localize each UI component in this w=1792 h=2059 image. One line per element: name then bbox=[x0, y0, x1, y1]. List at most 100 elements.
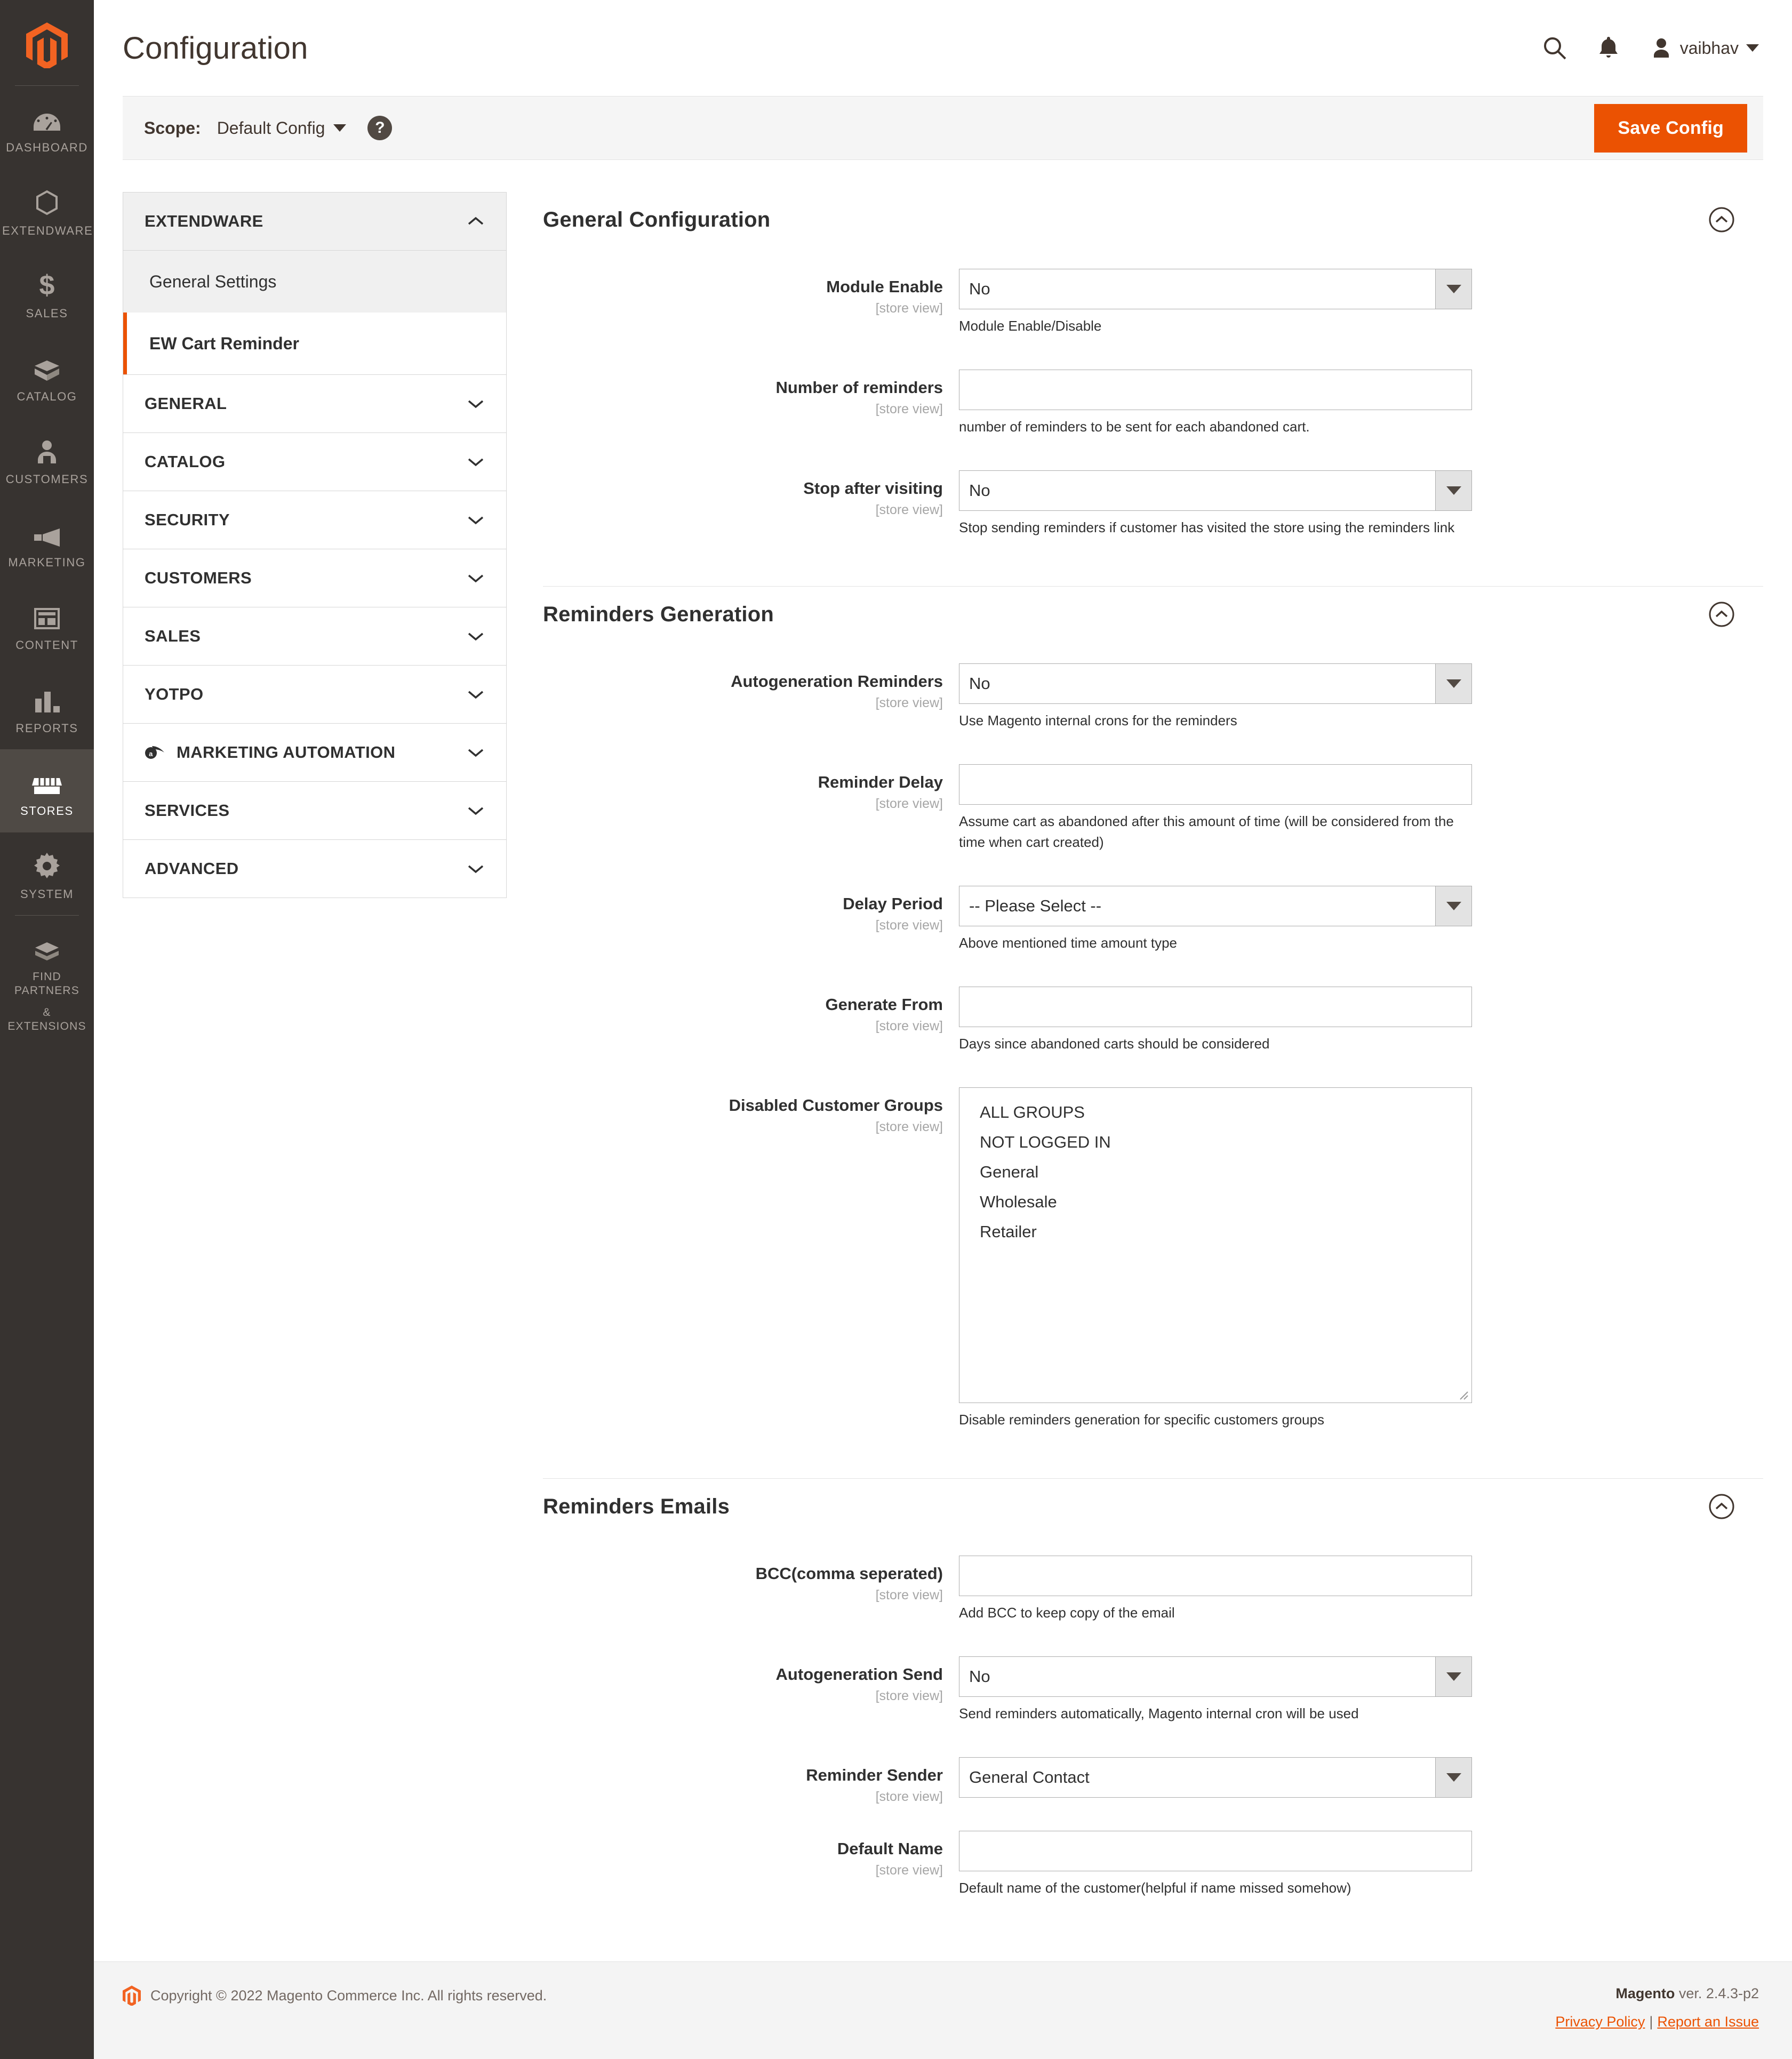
question-mark-icon[interactable]: ? bbox=[367, 116, 393, 140]
field-hint: Module Enable/Disable bbox=[959, 318, 1102, 334]
section-reminders-generation: Reminders Generation Autogeneration Remi… bbox=[543, 587, 1763, 1479]
search-icon[interactable] bbox=[1542, 36, 1567, 60]
config-group-header-services[interactable]: SERVICES bbox=[123, 782, 506, 839]
reminder-sender-select[interactable]: General Contact bbox=[959, 1757, 1472, 1798]
autogeneration-send-select[interactable]: No bbox=[959, 1656, 1472, 1697]
chevron-up-circle-icon[interactable] bbox=[1708, 1493, 1735, 1520]
chevron-up-circle-icon[interactable] bbox=[1708, 600, 1735, 628]
section-header[interactable]: Reminders Emails bbox=[543, 1479, 1763, 1534]
config-group-children: General Settings EW Cart Reminder bbox=[123, 250, 506, 374]
config-item-ew-cart-reminder[interactable]: EW Cart Reminder bbox=[123, 313, 506, 374]
module-enable-select[interactable]: No bbox=[959, 269, 1472, 309]
config-group-header-yotpo[interactable]: YOTPO bbox=[123, 666, 506, 723]
megaphone-icon bbox=[2, 517, 92, 548]
user-menu[interactable]: vaibhav bbox=[1650, 37, 1759, 59]
copyright-text: Copyright © 2022 Magento Commerce Inc. A… bbox=[150, 1987, 547, 2004]
link-separator: | bbox=[1649, 2014, 1653, 2030]
sidebar-item-label: MARKETING bbox=[8, 555, 86, 569]
partners-box-icon bbox=[2, 932, 92, 963]
field-delay-period: Delay Period [store view] -- Please Sele… bbox=[543, 886, 1763, 979]
field-hint: Stop sending reminders if customer has v… bbox=[959, 519, 1455, 535]
config-group-label: SALES bbox=[145, 627, 201, 645]
chevron-down-icon[interactable] bbox=[333, 124, 347, 132]
section-reminders-emails: Reminders Emails BCC(comma seperated) [s… bbox=[543, 1479, 1763, 1924]
multiselect-option[interactable]: General bbox=[959, 1157, 1471, 1187]
section-general-configuration: General Configuration Module Enable [sto… bbox=[543, 192, 1763, 587]
field-control: Default name of the customer(helpful if … bbox=[959, 1831, 1472, 1924]
multiselect-option[interactable]: Retailer bbox=[959, 1217, 1471, 1247]
config-group-header-security[interactable]: SECURITY bbox=[123, 491, 506, 549]
config-group-header-marketing-automation[interactable]: a MARKETING AUTOMATION bbox=[123, 724, 506, 781]
generate-from-input[interactable] bbox=[959, 987, 1472, 1027]
config-group-header-customers[interactable]: CUSTOMERS bbox=[123, 549, 506, 607]
sidebar-item-catalog[interactable]: CATALOG bbox=[0, 335, 94, 418]
number-of-reminders-input[interactable] bbox=[959, 370, 1472, 410]
reminder-delay-input[interactable] bbox=[959, 764, 1472, 805]
config-group-sales: SALES bbox=[123, 607, 507, 665]
chevron-up-circle-icon[interactable] bbox=[1708, 206, 1735, 234]
multiselect-option[interactable]: NOT LOGGED IN bbox=[959, 1127, 1471, 1157]
config-group-header-extendware[interactable]: EXTENDWARE bbox=[123, 193, 506, 250]
config-group-services: SERVICES bbox=[123, 781, 507, 839]
config-group-catalog: CATALOG bbox=[123, 432, 507, 491]
sidebar-item-stores[interactable]: STORES bbox=[0, 749, 94, 832]
sidebar-item-label-line1: FIND PARTNERS bbox=[14, 971, 79, 997]
config-group-security: SECURITY bbox=[123, 491, 507, 549]
sidebar-item-label: SALES bbox=[26, 307, 68, 320]
config-group-header-catalog[interactable]: CATALOG bbox=[123, 433, 506, 491]
sidebar-item-extendware[interactable]: EXTENDWARE bbox=[0, 169, 94, 252]
config-group-header-sales[interactable]: SALES bbox=[123, 607, 506, 665]
section-body: BCC(comma seperated) [store view] Add BC… bbox=[543, 1534, 1763, 1924]
save-config-button[interactable]: Save Config bbox=[1594, 103, 1747, 153]
privacy-policy-link[interactable]: Privacy Policy bbox=[1555, 2014, 1645, 2030]
disabled-customer-groups-multiselect[interactable]: ALL GROUPS NOT LOGGED IN General Wholesa… bbox=[959, 1087, 1472, 1403]
sidebar-item-find-partners[interactable]: FIND PARTNERS & EXTENSIONS bbox=[0, 916, 94, 1047]
field-label-wrap: Stop after visiting [store view] bbox=[543, 470, 959, 518]
config-group-header-advanced[interactable]: ADVANCED bbox=[123, 840, 506, 898]
multiselect-option[interactable]: ALL GROUPS bbox=[959, 1097, 1471, 1127]
config-item-general-settings[interactable]: General Settings bbox=[123, 251, 506, 313]
sidebar-item-reports[interactable]: REPORTS bbox=[0, 667, 94, 750]
sidebar-item-sales[interactable]: $ SALES bbox=[0, 252, 94, 335]
field-control: No Module Enable/Disable bbox=[959, 269, 1472, 362]
sidebar-item-system[interactable]: SYSTEM bbox=[0, 832, 94, 916]
chevron-down-icon bbox=[1435, 269, 1471, 309]
field-control: -- Please Select -- Above mentioned time… bbox=[959, 886, 1472, 979]
chevron-down-icon bbox=[1435, 471, 1471, 510]
select-value: No bbox=[969, 481, 990, 500]
multiselect-option[interactable]: Wholesale bbox=[959, 1187, 1471, 1217]
field-control: number of reminders to be sent for each … bbox=[959, 370, 1472, 463]
section-header[interactable]: General Configuration bbox=[543, 192, 1763, 247]
chevron-down-icon bbox=[468, 400, 484, 408]
sidebar-item-label: EXTENDWARE bbox=[2, 223, 93, 237]
bcc-input[interactable] bbox=[959, 1556, 1472, 1596]
delay-period-select[interactable]: -- Please Select -- bbox=[959, 886, 1472, 926]
field-label: BCC(comma seperated) bbox=[755, 1564, 943, 1583]
report-issue-link[interactable]: Report an Issue bbox=[1657, 2014, 1759, 2030]
bell-icon[interactable] bbox=[1598, 36, 1619, 60]
scope-label: Scope: bbox=[144, 118, 201, 138]
resize-handle-icon[interactable] bbox=[1457, 1389, 1469, 1400]
field-hint: Above mentioned time amount type bbox=[959, 935, 1178, 951]
stop-after-visiting-select[interactable]: No bbox=[959, 470, 1472, 511]
config-group-label: CATALOG bbox=[145, 452, 226, 471]
field-hint: Disable reminders generation for specifi… bbox=[959, 1412, 1324, 1428]
magento-logo[interactable] bbox=[0, 5, 94, 85]
default-name-input[interactable] bbox=[959, 1831, 1472, 1871]
chevron-down-icon bbox=[468, 574, 484, 583]
section-header[interactable]: Reminders Generation bbox=[543, 587, 1763, 642]
chevron-down-icon bbox=[468, 865, 484, 874]
config-group-extendware: EXTENDWARE General Settings EW Cart Remi… bbox=[123, 192, 507, 374]
field-label-wrap: Autogeneration Send [store view] bbox=[543, 1656, 959, 1704]
sidebar-item-marketing[interactable]: MARKETING bbox=[0, 501, 94, 584]
sidebar-item-content[interactable]: CONTENT bbox=[0, 583, 94, 667]
sidebar-item-dashboard[interactable]: DASHBOARD bbox=[0, 86, 94, 169]
config-group-header-general[interactable]: GENERAL bbox=[123, 375, 506, 432]
autogeneration-reminders-select[interactable]: No bbox=[959, 663, 1472, 704]
field-scope: [store view] bbox=[875, 1588, 943, 1603]
field-stop-after-visiting: Stop after visiting [store view] No Stop… bbox=[543, 470, 1763, 564]
sidebar-item-customers[interactable]: CUSTOMERS bbox=[0, 418, 94, 501]
field-control: Add BCC to keep copy of the email bbox=[959, 1556, 1472, 1649]
scope-selector-value[interactable]: Default Config bbox=[217, 118, 325, 138]
sidebar-item-label: SYSTEM bbox=[20, 887, 74, 901]
